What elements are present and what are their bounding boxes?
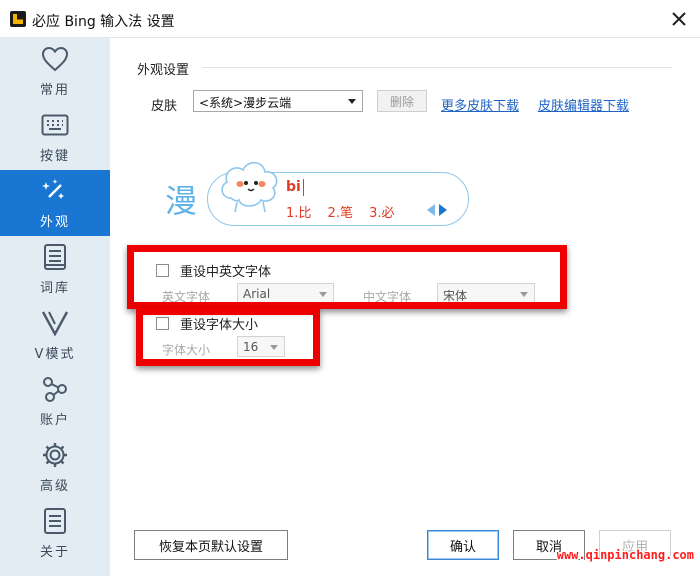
sidebar-item-label: 高级	[39, 479, 70, 494]
magic-wand-icon	[40, 176, 70, 206]
sidebar-item-label: 按键	[39, 149, 70, 164]
share-nodes-icon	[40, 374, 70, 404]
sidebar-item-label: V模式	[34, 347, 76, 362]
bing-ime-icon	[10, 11, 26, 27]
restore-defaults-button[interactable]: 恢复本页默认设置	[134, 530, 288, 560]
document-icon	[40, 506, 70, 536]
sidebar-item-keys[interactable]: 按键	[0, 104, 110, 170]
preview-candidate: 1.比	[286, 206, 312, 221]
heart-icon	[40, 44, 70, 74]
skin-editor-link[interactable]: 皮肤编辑器下载	[538, 95, 629, 114]
sidebar-item-v-mode[interactable]: V模式	[0, 302, 110, 368]
preview-input-text: bi	[286, 179, 301, 195]
close-button[interactable]	[664, 4, 694, 34]
cloud-mascot-icon	[221, 161, 278, 213]
sidebar-item-label: 关于	[39, 545, 70, 560]
close-icon	[672, 12, 686, 26]
gear-icon	[40, 440, 70, 470]
sidebar-item-dictionary[interactable]: 词库	[0, 236, 110, 302]
skin-preview: 漫 bi 1.比 2.笔 3.必	[165, 161, 470, 226]
sidebar-item-label: 外观	[39, 215, 70, 230]
site-watermark: www.qinpinchang.com	[556, 548, 694, 562]
title-bar: 必应 Bing 输入法 设置	[0, 0, 700, 38]
preview-caret	[303, 179, 304, 196]
page-arrows-icon	[427, 204, 447, 216]
sidebar-item-label: 账户	[39, 413, 70, 428]
chevron-down-icon	[348, 99, 356, 104]
more-skins-link[interactable]: 更多皮肤下载	[441, 95, 519, 114]
highlight-box-font	[127, 245, 567, 309]
keyboard-icon	[40, 110, 70, 140]
preview-candidate: 2.笔	[327, 206, 353, 221]
sidebar-item-label: 常用	[39, 83, 70, 98]
sidebar-item-advanced[interactable]: 高级	[0, 434, 110, 500]
ok-button[interactable]: 确认	[427, 530, 499, 560]
book-icon	[40, 242, 70, 272]
section-divider	[202, 67, 672, 68]
preview-candidate: 3.必	[369, 206, 395, 221]
window-title: 必应 Bing 输入法 设置	[32, 14, 175, 30]
sidebar-item-common[interactable]: 常用	[0, 38, 110, 104]
appearance-panel: 外观设置 皮肤 <系统>漫步云端 删除 更多皮肤下载 皮肤编辑器下载 漫 bi …	[110, 38, 700, 576]
sidebar: 常用 按键 外观 词库 V模式 账户 高级 关于	[0, 38, 110, 576]
skin-select-value: <系统>漫步云端	[199, 96, 292, 110]
skin-select[interactable]: <系统>漫步云端	[193, 90, 363, 112]
highlight-box-size	[136, 308, 320, 366]
delete-skin-button[interactable]: 删除	[377, 90, 427, 112]
sidebar-item-account[interactable]: 账户	[0, 368, 110, 434]
skin-label: 皮肤	[151, 99, 178, 114]
v-mode-icon	[40, 308, 70, 338]
sidebar-item-about[interactable]: 关于	[0, 500, 110, 566]
preview-mode-char: 漫	[165, 182, 198, 220]
preview-candidates: 1.比 2.笔 3.必	[286, 202, 407, 221]
sidebar-item-label: 词库	[39, 281, 70, 296]
section-title: 外观设置	[137, 63, 190, 78]
sidebar-item-appearance[interactable]: 外观	[0, 170, 110, 236]
